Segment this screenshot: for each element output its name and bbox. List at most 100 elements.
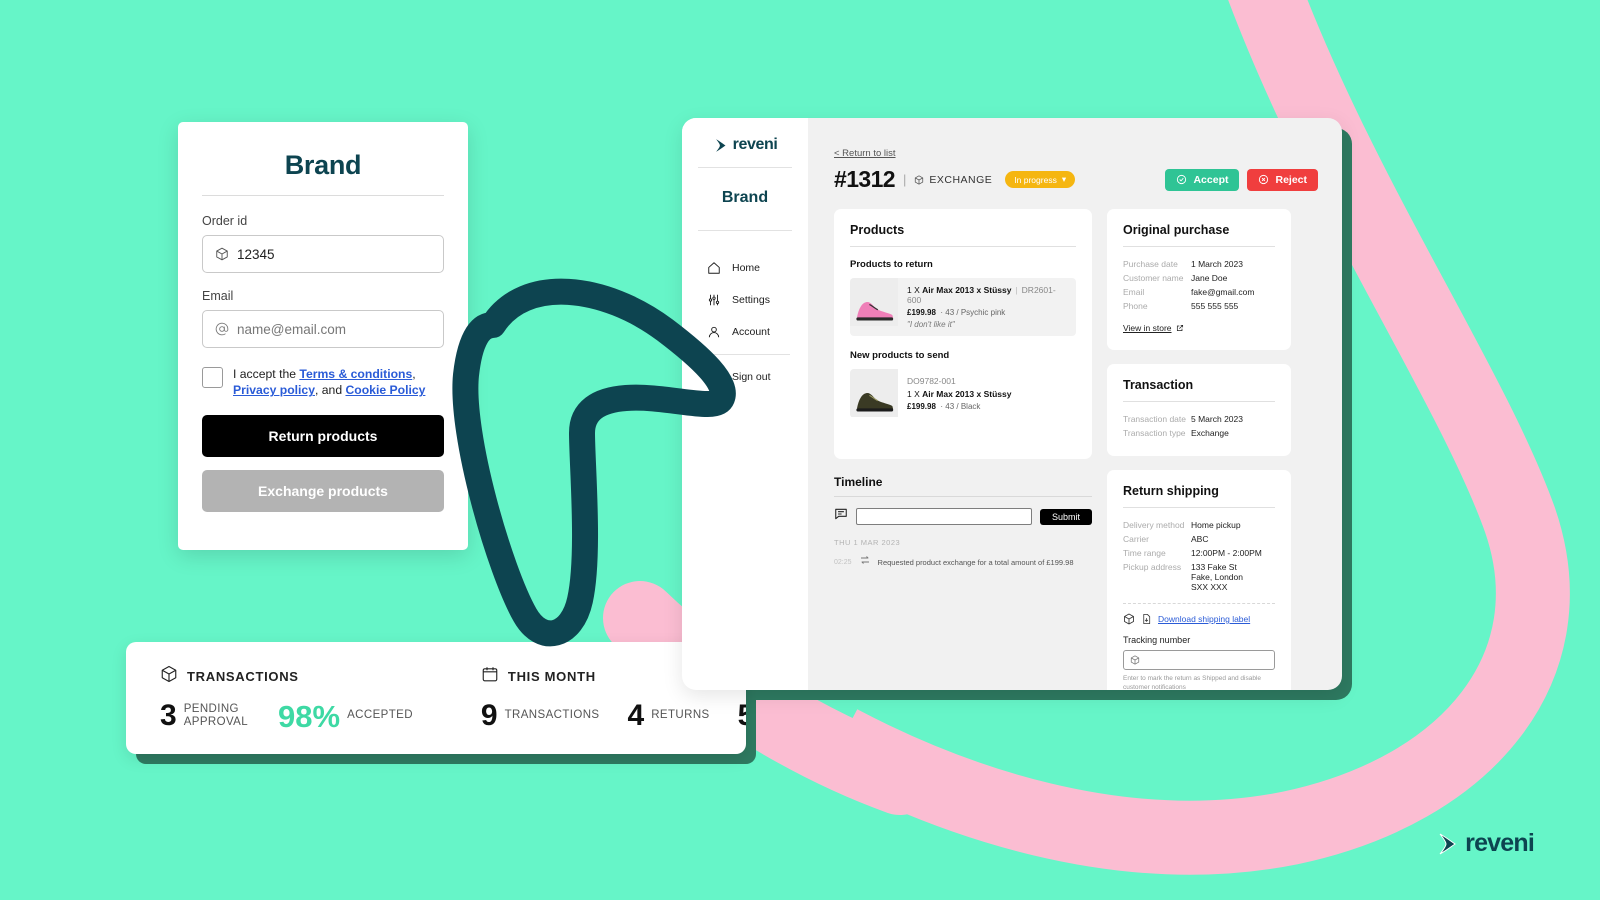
reveni-chevron-icon — [715, 138, 726, 152]
detail-row: Delivery method Home pickup — [1123, 520, 1275, 530]
stats-transactions-values: 3 PENDING APPROVAL 98% ACCEPTED — [160, 701, 413, 732]
product-return-row[interactable]: 1 X Air Max 2013 x Stüssy | DR2601-600 £19… — [850, 278, 1076, 336]
stat-caption-line2: APPROVAL — [183, 716, 249, 728]
product-thumbnail — [850, 369, 898, 417]
product-price: £199.98 — [907, 402, 936, 411]
reveni-logo: reveni — [696, 136, 794, 154]
products-panel: Products Products to return 1 X Air Max … — [834, 209, 1092, 459]
dashboard-left-column: Products Products to return 1 X Air Max … — [834, 209, 1092, 690]
stat-caption: PENDING APPROVAL — [184, 703, 248, 729]
stats-transactions-label: TRANSACTIONS — [187, 668, 299, 684]
detail-value: 555 555 555 — [1191, 301, 1239, 311]
detail-row: Carrier ABC — [1123, 534, 1275, 544]
reject-button[interactable]: Reject — [1247, 168, 1318, 191]
tracking-number-input[interactable] — [1123, 650, 1275, 670]
accept-button[interactable]: Accept — [1165, 168, 1240, 191]
original-purchase-title: Original purchase — [1123, 223, 1230, 237]
detail-key: Transaction type — [1123, 428, 1186, 438]
product-variant: 43 / Black — [945, 402, 981, 411]
stat-caption-line1: RETURNS — [651, 709, 710, 722]
product-qty: 1 X — [907, 389, 920, 399]
privacy-policy-link[interactable]: Privacy policy — [233, 383, 315, 397]
timeline-comment-input[interactable] — [856, 508, 1032, 525]
email-label: Email — [202, 289, 234, 303]
reveni-dashboard-window: reveni Brand Home Settings Account Sign … — [682, 118, 1342, 690]
tracking-number-hint: Enter to mark the return as Shipped and … — [1123, 675, 1262, 690]
calendar-icon — [481, 665, 499, 688]
detail-row: Time range 12:00PM - 2:00PM — [1123, 548, 1275, 558]
email-placeholder: name@email.com — [237, 321, 346, 337]
divider — [202, 195, 444, 196]
stat-value: 98% — [278, 698, 341, 734]
order-header: #1312 | EXCHANGE In progress ▾ Accept Re… — [834, 166, 1318, 193]
stats-summary-card: TRANSACTIONS 3 PENDING APPROVAL 98% ACCE… — [126, 642, 746, 754]
order-id-input[interactable]: 12345 — [202, 235, 444, 273]
detail-key: Carrier — [1123, 534, 1149, 544]
products-panel-title: Products — [850, 223, 905, 237]
return-products-button[interactable]: Return products — [202, 414, 444, 457]
timeline-date-group: THU 1 MAR 2023 — [834, 538, 901, 547]
view-in-store-label: View in store — [1123, 323, 1172, 333]
stat-month-transactions: 9 TRANSACTIONS — [481, 701, 600, 731]
return-shipping-title: Return shipping — [1123, 484, 1219, 498]
package-icon — [215, 247, 229, 261]
stat-caption-line1: PENDING — [183, 702, 239, 715]
stat-value: 4 — [627, 699, 645, 732]
terms-checkbox[interactable] — [202, 367, 223, 388]
product-send-row[interactable]: DO9782-001 1 X Air Max 2013 x Stüssy £19… — [850, 369, 1076, 418]
address-line-2: Fake, London — [1191, 572, 1243, 582]
stat-value: 5 — [737, 699, 746, 732]
detail-value: 133 Fake St Fake, London SXX XXX — [1191, 562, 1243, 592]
product-name: Air Max 2013 x Stüssy — [922, 389, 1012, 399]
detail-row: Customer name Jane Doe — [1123, 273, 1275, 283]
detail-value: Exchange — [1191, 428, 1229, 438]
status-badge[interactable]: In progress ▾ — [1005, 171, 1076, 188]
new-products-to-send-title: New products to send — [850, 350, 950, 361]
download-shipping-label-link[interactable]: Download shipping label — [1158, 614, 1250, 624]
timeline-submit-button[interactable]: Submit — [1039, 508, 1092, 525]
divider — [1123, 507, 1275, 508]
reveni-wordmark: reveni — [732, 136, 778, 153]
original-purchase-panel: Original purchase Purchase date 1 March … — [1107, 209, 1291, 350]
detail-key: Pickup address — [1123, 562, 1182, 572]
detail-row: Transaction type Exchange — [1123, 428, 1275, 438]
detail-value: ABC — [1191, 534, 1209, 544]
terms-link[interactable]: Terms & conditions — [299, 367, 412, 381]
package-icon — [1130, 655, 1140, 665]
product-name: Air Max 2013 x Stüssy — [922, 285, 1012, 295]
stat-accepted-rate: 98% ACCEPTED — [278, 701, 413, 732]
transaction-panel: Transaction Transaction date 5 March 202… — [1107, 364, 1291, 456]
sneaker-image — [856, 302, 894, 321]
stat-month-exchanges: 5 EXCHANGES — [738, 701, 746, 731]
product-title-line: 1 X Air Max 2013 x Stüssy | DR2601-600 — [907, 285, 1056, 305]
pickup-address-row: Pickup address 133 Fake St Fake, London … — [1123, 562, 1275, 592]
header-pipe: | — [902, 172, 907, 187]
reject-button-label: Reject — [1275, 173, 1307, 186]
product-title-line: 1 X Air Max 2013 x Stüssy — [907, 389, 1011, 399]
view-in-store-link[interactable]: View in store — [1123, 323, 1184, 333]
tracking-number-label: Tracking number — [1123, 635, 1191, 645]
cookie-policy-link[interactable]: Cookie Policy — [345, 383, 425, 397]
exchange-products-button[interactable]: Exchange products — [202, 469, 444, 512]
product-return-details: 1 X Air Max 2013 x Stüssy | DR2601-600 £19… — [898, 278, 1076, 336]
detail-row: Purchase date 1 March 2023 — [1123, 259, 1275, 269]
order-number: #1312 — [834, 166, 896, 192]
chevron-down-icon: ▾ — [1061, 174, 1067, 184]
package-icon — [160, 665, 178, 688]
detail-row: Transaction date 5 March 2023 — [1123, 414, 1275, 424]
return-form-brand-title: Brand — [284, 150, 362, 180]
dashboard-main: < Return to list #1312 | EXCHANGE In pro… — [808, 118, 1342, 690]
comment-icon — [834, 507, 848, 526]
divider — [834, 496, 1092, 497]
dashboard-right-column: Original purchase Purchase date 1 March … — [1107, 209, 1291, 690]
timeline-entry-time: 02:25 — [834, 558, 852, 566]
transaction-title: Transaction — [1123, 378, 1194, 392]
detail-key: Email — [1123, 287, 1145, 297]
stat-pending-approval: 3 PENDING APPROVAL — [160, 701, 248, 731]
detail-value: fake@gmail.com — [1191, 287, 1255, 297]
email-input[interactable]: name@email.com — [202, 310, 444, 348]
return-to-list-link[interactable]: < Return to list — [834, 148, 1318, 159]
download-shipping-label-row[interactable]: Download shipping label — [1123, 613, 1275, 625]
package-icon — [915, 174, 924, 185]
stat-caption-line1: TRANSACTIONS — [504, 709, 600, 722]
